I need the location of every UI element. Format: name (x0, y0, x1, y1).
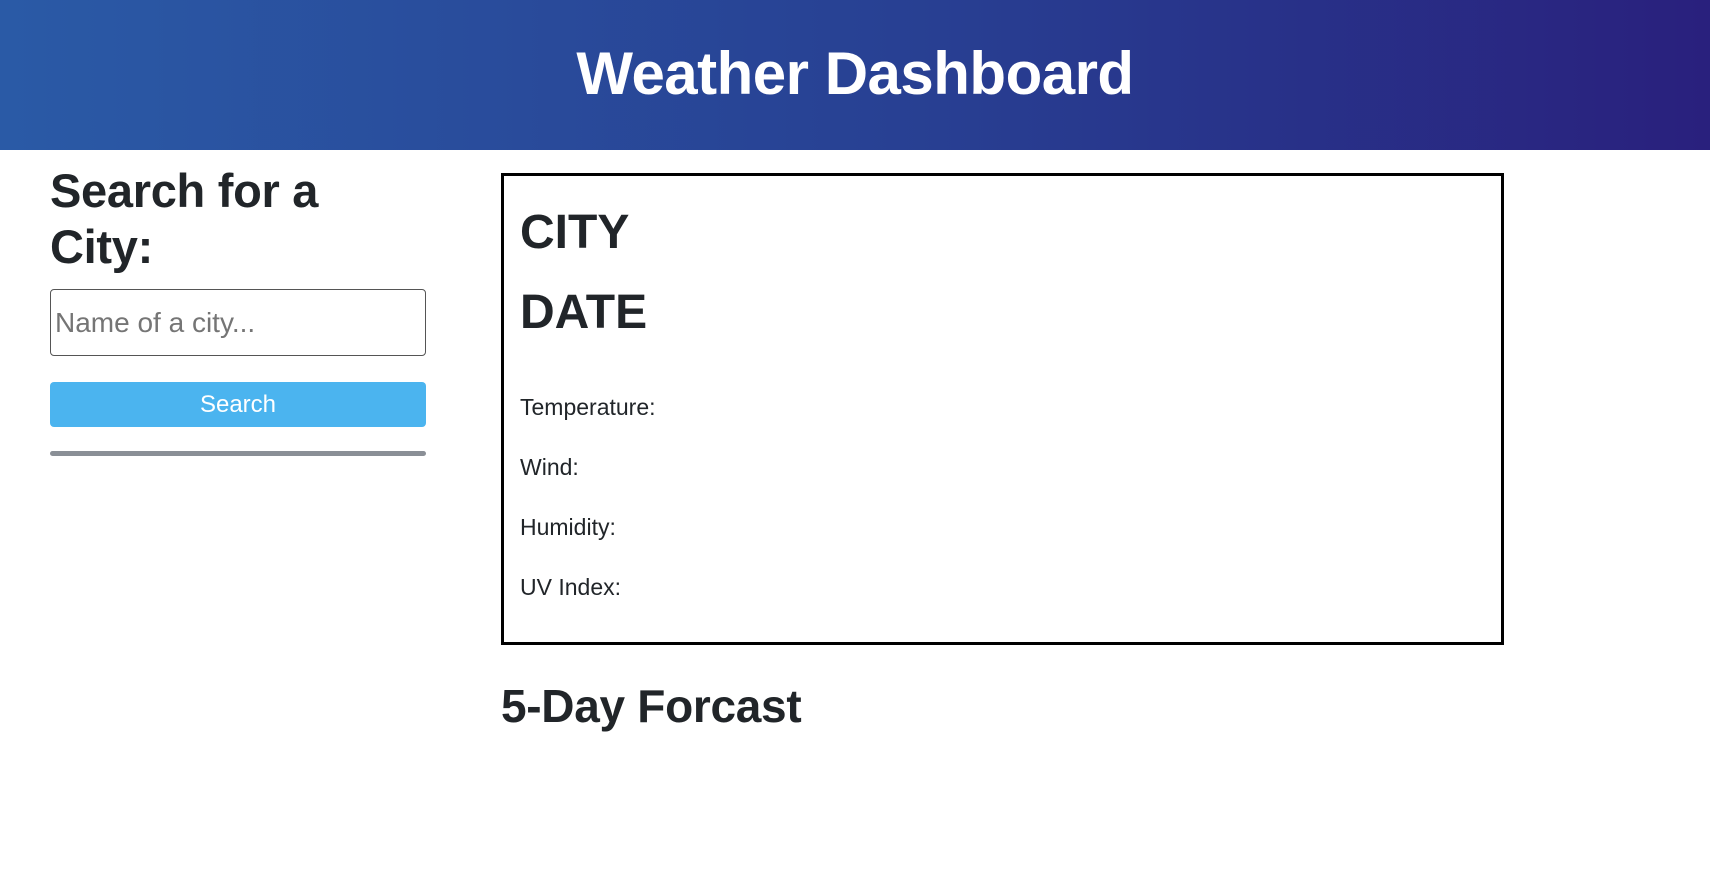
search-button[interactable]: Search (50, 382, 426, 427)
app-header: Weather Dashboard (0, 0, 1710, 150)
city-search-input[interactable] (50, 289, 426, 356)
current-weather-card: CITY DATE Temperature: Wind: Humidity: U… (501, 173, 1504, 645)
search-history-divider (50, 451, 426, 456)
temperature-label: Temperature: (520, 394, 656, 420)
wind-label: Wind: (520, 454, 579, 480)
search-sidebar: Search for a City: Search (50, 163, 426, 456)
humidity-label: Humidity: (520, 514, 616, 540)
current-city: CITY (520, 206, 630, 259)
current-date: DATE (520, 286, 648, 339)
uv-index-label: UV Index: (520, 574, 621, 600)
page-title: Weather Dashboard (576, 40, 1134, 107)
forecast-heading: 5-Day Forcast (501, 680, 802, 732)
search-heading: Search for a City: (50, 164, 319, 273)
